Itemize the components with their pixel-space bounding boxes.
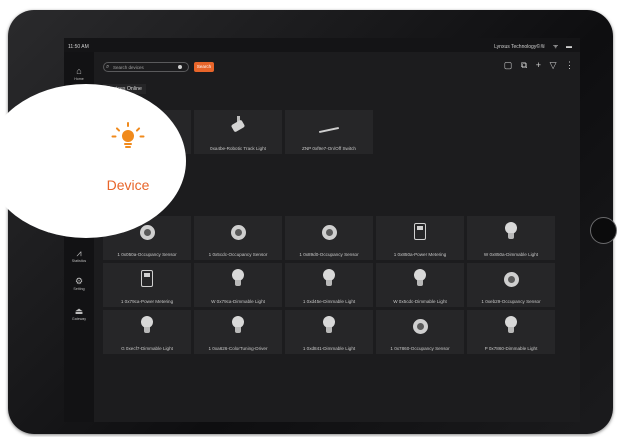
device-name: 0xa4be-Robotic Track Light [210,146,266,151]
device-card-offline[interactable]: 1 0x79ca-Power Metering [103,263,191,307]
device-name: 1 0x5cdc-Occupancy Sensor [208,252,268,257]
device-name: 1 0x050a-Occupancy Sensor [117,252,177,257]
bulb-icon [503,316,519,338]
meter-icon [139,269,155,291]
device-name: 1 0x7860-Occupancy Sensor [390,346,450,351]
main-content: ⌕ Search ▢ ⧉ + ▽ ⋮ Devices Online ctor D… [94,52,580,422]
bulb-icon [111,122,145,154]
bulb-icon [230,316,246,338]
device-card-offline[interactable]: W 0x5cdc-Dimmable Light [376,263,464,307]
sensor-icon [321,222,337,244]
app-screen: 11:50 AM Lynxus Technology© ≋ ᯤ ▬ ⌂ Home… [64,38,580,422]
more-icon[interactable]: ⋮ [565,60,574,70]
device-card-online-2[interactable]: 0xa4be-Robotic Track Light [194,110,282,154]
filter-icon[interactable]: ▽ [550,60,557,70]
ipad-frame: 11:50 AM Lynxus Technology© ≋ ᯤ ▬ ⌂ Home… [0,10,617,434]
device-name: P 0x7860-Dimmable Light [484,346,538,351]
search-icon: ⌕ [106,64,110,70]
sidebar-item-label: Setting [73,287,85,291]
device-name: 1 0xd45e-Dimmable Light [302,299,356,304]
device-name: 1 0xd841-Dimmable Light [302,346,356,351]
sidebar-item-setting[interactable]: ⚙ Setting [64,276,94,291]
bulb-icon [503,222,519,244]
device-card-offline[interactable]: 1 0xa626-ColorTuning-Driver [194,310,282,354]
device-name: 1 0x850a-Power Metering [393,252,447,257]
device-card-offline[interactable]: P 0x7860-Dimmable Light [467,310,555,354]
edit-icon[interactable]: ⧉ [521,60,527,70]
bulb-icon [321,316,337,338]
device-name: 1 0xa626-ColorTuning-Driver [208,346,268,351]
gear-icon: ⚙ [74,276,84,286]
device-name: W 0x850a-Dimmable Light [483,252,539,257]
sidebar-item-home[interactable]: ⌂ Home [64,66,94,81]
chart-icon: ⩘ [76,248,82,258]
device-card-offline[interactable]: W 0x850a-Dimmable Light [467,216,555,260]
sidebar-item-label: Home [74,77,84,81]
switch-icon [319,116,339,138]
sensor-icon [412,316,428,338]
device-name: G 0xecf7-Dimmable Light [121,346,173,351]
sensor-icon [230,222,246,244]
status-bar: 11:50 AM Lynxus Technology© ≋ ᯤ ▬ [64,38,580,52]
device-card-offline[interactable]: 1 0x850a-Power Metering [376,216,464,260]
home-icon: ⌂ [76,66,82,76]
sidebar-item-gateway[interactable]: ⏏ Gateway [64,306,94,321]
track-light-icon [230,116,246,138]
home-button[interactable] [590,217,617,244]
message-icon[interactable]: ▢ [504,60,513,70]
bulb-icon [139,316,155,338]
toolbar-actions: ▢ ⧉ + ▽ ⋮ [498,60,574,71]
sidebar-item-label: Statistics [71,259,87,263]
device-name: ZNP 0xf9e7-On/Off Switch [302,146,356,151]
device-card-offline[interactable]: G 0xecf7-Dimmable Light [103,310,191,354]
search-input[interactable] [113,63,173,71]
sidebar-item-statistics[interactable]: ⩘ Statistics [64,248,94,263]
bulb-icon [321,269,337,291]
magnifier-label: Device [106,177,150,193]
device-card-online-3[interactable]: ZNP 0xf9e7-On/Off Switch [285,110,373,154]
sidebar-item-label: Gateway [71,317,87,321]
device-name: 1 0x89d0-Occupancy Sensor [299,252,359,257]
device-card-offline[interactable]: 1 0xeb29-Occupancy Sensor [467,263,555,307]
device-name: 1 0xeb29-Occupancy Sensor [481,299,541,304]
device-card-offline[interactable]: 1 0xd841-Dimmable Light [285,310,373,354]
clear-icon[interactable] [178,65,182,69]
search-button[interactable]: Search [194,62,214,72]
status-carrier: Lynxus Technology© [494,44,540,50]
bulb-icon [412,269,428,291]
sensor-icon [139,222,155,244]
device-card-offline[interactable]: 1 0x7860-Occupancy Sensor [376,310,464,354]
meter-icon [412,222,428,244]
device-card-offline[interactable]: 1 0x89d0-Occupancy Sensor [285,216,373,260]
sensor-icon [503,269,519,291]
device-name: W 0x79ca-Dimmable Light [211,299,265,304]
bulb-icon [230,269,246,291]
device-name: W 0x5cdc-Dimmable Light [393,299,447,304]
status-icons: ≋ ᯤ ▬ [540,44,575,50]
device-card-offline[interactable]: 1 0x5cdc-Occupancy Sensor [194,216,282,260]
status-time: 11:50 AM [68,44,89,50]
search-box[interactable]: ⌕ [103,62,189,72]
device-card-offline[interactable]: 1 0xd45e-Dimmable Light [285,263,373,307]
add-icon[interactable]: + [536,60,541,70]
device-name: 1 0x79ca-Power Metering [120,299,174,304]
device-card-offline[interactable]: W 0x79ca-Dimmable Light [194,263,282,307]
gateway-icon: ⏏ [74,306,84,316]
